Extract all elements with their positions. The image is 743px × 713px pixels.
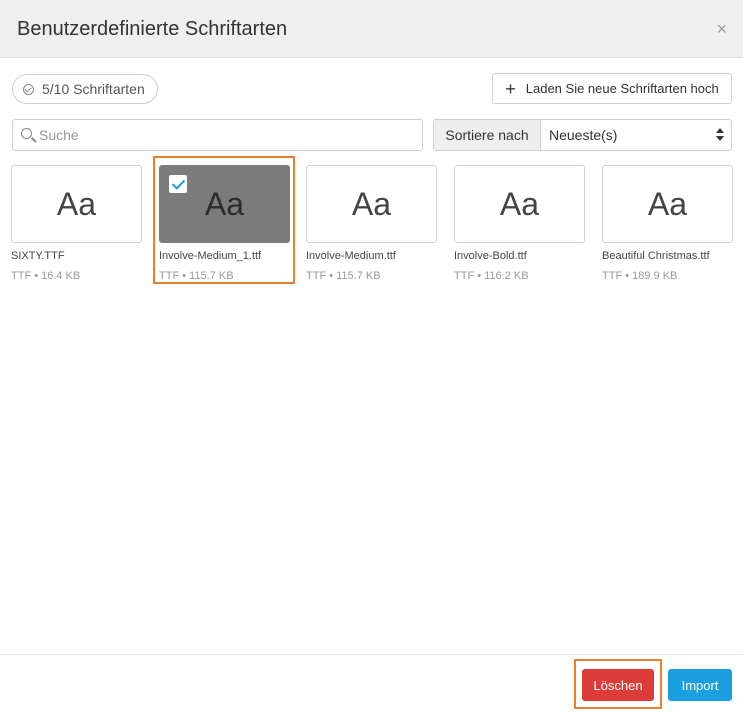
font-preview-text: Aa	[499, 185, 540, 222]
font-card[interactable]: Aa Involve-Medium.ttf TTF • 115.7 KB	[306, 165, 438, 283]
font-card[interactable]: Aa Beautiful Christmas.ttf TTF • 189.9 K…	[602, 165, 734, 283]
delete-button[interactable]: Löschen	[582, 669, 654, 701]
font-name: Involve-Medium.ttf	[306, 250, 396, 262]
close-icon[interactable]: ×	[716, 19, 727, 39]
search-input[interactable]	[39, 120, 419, 150]
custom-fonts-dialog: Benutzerdefinierte Schriftarten × 5/10 S…	[0, 0, 743, 713]
font-preview-text: Aa	[56, 185, 97, 222]
select-arrows-icon	[716, 128, 724, 142]
sort-select[interactable]: Neueste(s)	[541, 120, 731, 150]
footer-divider	[0, 654, 743, 655]
upload-fonts-button[interactable]: + Laden Sie neue Schriftarten hoch	[492, 73, 732, 104]
font-name: Involve-Bold.ttf	[454, 250, 527, 262]
search-icon	[21, 128, 32, 139]
import-button[interactable]: Import	[668, 669, 732, 701]
font-card[interactable]: Aa SIXTY.TTF TTF • 16.4 KB	[11, 165, 143, 283]
search-box	[12, 119, 423, 151]
font-meta: TTF • 115.7 KB	[306, 270, 381, 282]
check-circle-icon	[23, 83, 34, 95]
upload-fonts-label: Laden Sie neue Schriftarten hoch	[525, 81, 719, 96]
sort-control: Sortiere nach Neueste(s)	[433, 119, 732, 151]
dialog-header: Benutzerdefinierte Schriftarten ×	[0, 0, 743, 58]
font-preview-text: Aa	[351, 185, 392, 222]
font-name: SIXTY.TTF	[11, 250, 65, 262]
font-name: Beautiful Christmas.ttf	[602, 250, 710, 262]
sort-selected-value: Neueste(s)	[549, 127, 618, 143]
font-preview: Aa	[306, 165, 437, 243]
font-preview: Aa	[454, 165, 585, 243]
font-count-badge: 5/10 Schriftarten	[12, 74, 158, 104]
font-meta: TTF • 189.9 KB	[602, 270, 678, 282]
plus-icon: +	[505, 78, 516, 99]
font-preview: Aa	[11, 165, 142, 243]
font-preview-text: Aa	[647, 185, 688, 222]
sort-label: Sortiere nach	[434, 120, 541, 150]
dialog-title: Benutzerdefinierte Schriftarten	[17, 18, 288, 40]
font-meta: TTF • 116.2 KB	[454, 270, 529, 282]
selection-highlight-frame	[153, 156, 295, 284]
font-card[interactable]: Aa Involve-Bold.ttf TTF • 116.2 KB	[454, 165, 586, 283]
font-meta: TTF • 16.4 KB	[11, 270, 81, 282]
font-count-label: 5/10 Schriftarten	[42, 81, 145, 97]
font-preview: Aa	[602, 165, 733, 243]
